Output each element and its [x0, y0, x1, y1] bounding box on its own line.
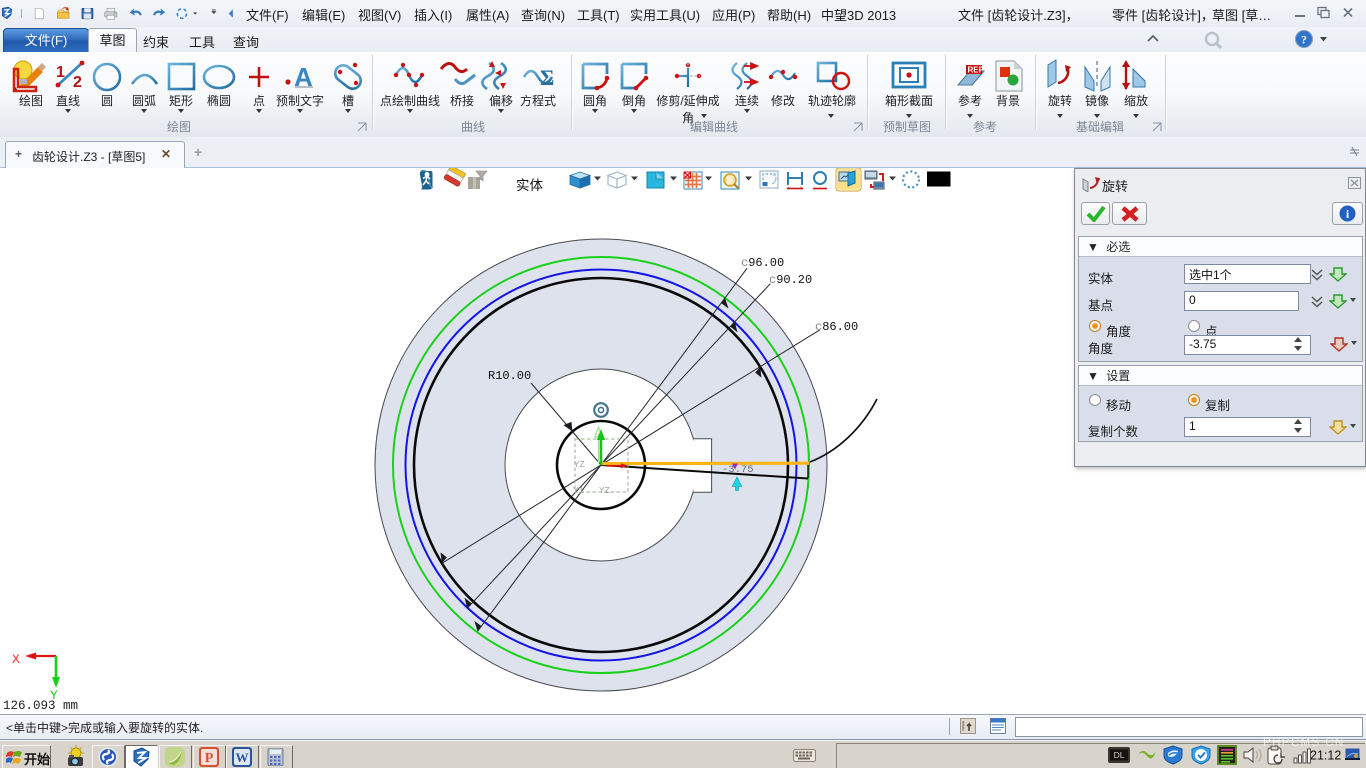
- svg-text:21:12: 21:12: [1310, 749, 1341, 763]
- svg-text:X: X: [12, 652, 20, 667]
- svg-text:P: P: [205, 751, 214, 766]
- svg-text:-3.75: -3.75: [722, 464, 754, 476]
- svg-text:126.093 mm: 126.093 mm: [3, 699, 78, 713]
- svg-text:Σ: Σ: [540, 65, 554, 90]
- svg-text:YZ: YZ: [574, 460, 585, 470]
- svg-text:1: 1: [56, 64, 65, 81]
- svg-text:REF: REF: [968, 66, 984, 75]
- svg-text:R10.00: R10.00: [488, 369, 531, 383]
- svg-text:YZ: YZ: [599, 486, 610, 496]
- svg-text:Y1: Y1: [573, 486, 584, 496]
- svg-text:c86.00: c86.00: [815, 320, 858, 334]
- svg-text:2: 2: [73, 74, 82, 91]
- svg-text:?: ?: [1301, 33, 1307, 47]
- svg-text:DL: DL: [1114, 750, 1125, 760]
- svg-text:W: W: [236, 750, 249, 765]
- svg-text:c90.20: c90.20: [769, 273, 812, 287]
- svg-text:c96.00: c96.00: [741, 256, 784, 270]
